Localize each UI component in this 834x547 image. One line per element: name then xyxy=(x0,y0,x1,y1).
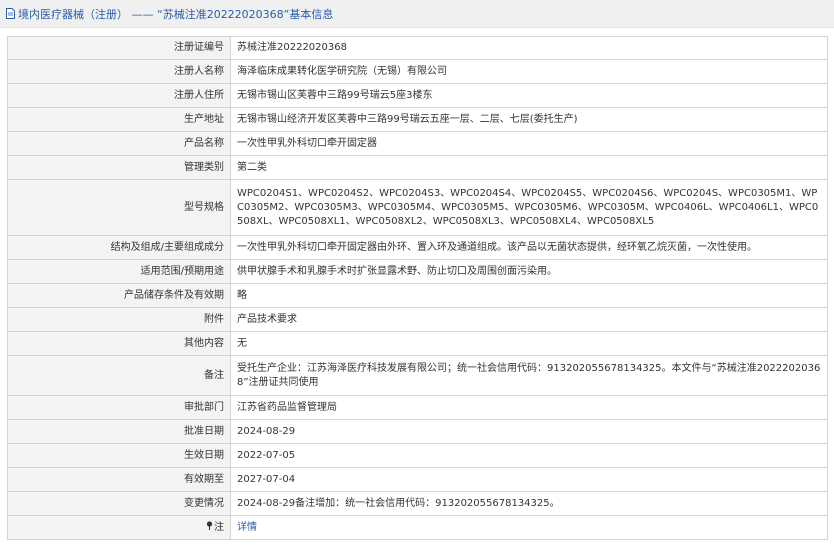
row-value: WPC0204S1、WPC0204S2、WPC0204S3、WPC0204S4、… xyxy=(230,179,828,236)
row-label: 结构及组成/主要组成成分 xyxy=(7,235,231,260)
note-label-cell: 注 xyxy=(7,515,231,540)
page-header: 境内医疗器械（注册） —— “苏械注准20222020368”基本信息 xyxy=(0,0,834,28)
row-value: 略 xyxy=(230,283,828,308)
table-row: 有效期至 2027-07-04 xyxy=(7,467,828,492)
info-table-container: 注册证编号 苏械注准20222020368 注册人名称 海泽临床成果转化医学研究院（… xyxy=(7,36,828,540)
row-label: 产品储存条件及有效期 xyxy=(7,283,231,308)
row-label: 注册人名称 xyxy=(7,59,231,84)
row-value: 一次性甲乳外科切口牵开固定器 xyxy=(230,131,828,156)
row-value: 海泽临床成果转化医学研究院（无锡）有限公司 xyxy=(230,59,828,84)
table-row: 结构及组成/主要组成成分 一次性甲乳外科切口牵开固定器由外环、置入环及通道组成。该… xyxy=(7,235,828,260)
info-table: 注册证编号 苏械注准20222020368 注册人名称 海泽临床成果转化医学研究院（… xyxy=(7,36,828,540)
row-label: 有效期至 xyxy=(7,467,231,492)
details-link[interactable]: 详情 xyxy=(237,522,257,533)
table-row: 备注 受托生产企业：江苏海泽医疗科技发展有限公司；统一社会信用代码：9132020… xyxy=(7,355,828,396)
table-row: 产品名称 一次性甲乳外科切口牵开固定器 xyxy=(7,131,828,156)
row-label: 生产地址 xyxy=(7,107,231,132)
row-label: 管理类别 xyxy=(7,155,231,180)
page-title: 境内医疗器械（注册） —— “苏械注准20222020368”基本信息 xyxy=(18,7,334,21)
table-row: 变更情况 2024-08-29备注增加：统一社会信用代码：913202055678… xyxy=(7,491,828,516)
table-row: 生效日期 2022-07-05 xyxy=(7,443,828,468)
row-label: 批准日期 xyxy=(7,419,231,444)
row-value: 2027-07-04 xyxy=(230,467,828,492)
row-value: 2022-07-05 xyxy=(230,443,828,468)
row-label: 适用范围/预期用途 xyxy=(7,259,231,284)
table-row: 注 详情 xyxy=(7,515,828,540)
table-row: 其他内容无 xyxy=(7,331,828,356)
row-label: 型号规格 xyxy=(7,179,231,236)
table-row: 附件 产品技术要求 xyxy=(7,307,828,332)
row-value: 第二类 xyxy=(230,155,828,180)
row-value: 受托生产企业：江苏海泽医疗科技发展有限公司；统一社会信用代码：913202055… xyxy=(230,355,828,396)
row-value: 无 xyxy=(230,331,828,356)
table-row: 生产地址 无锡市锡山经济开发区芙蓉中三路99号瑞云五座一层、二层、七层(委托生产) xyxy=(7,107,828,132)
row-value: 供甲状腺手术和乳腺手术时扩张显露术野、防止切口及周围创面污染用。 xyxy=(230,259,828,284)
row-label: 注册证编号 xyxy=(7,36,231,60)
table-row: 注册人名称 海泽临床成果转化医学研究院（无锡）有限公司 xyxy=(7,59,828,84)
row-value: 苏械注准20222020368 xyxy=(230,36,828,60)
row-label: 审批部门 xyxy=(7,395,231,420)
row-label: 其他内容 xyxy=(7,331,231,356)
table-row: 型号规格 WPC0204S1、WPC0204S2、WPC0204S3、WPC020… xyxy=(7,179,828,236)
row-label: 变更情况 xyxy=(7,491,231,516)
table-row: 管理类别 第二类 xyxy=(7,155,828,180)
table-row: 审批部门 江苏省药品监督管理局 xyxy=(7,395,828,420)
note-value-cell: 详情 xyxy=(230,515,828,540)
table-row: 注册人住所 无锡市锡山区芙蓉中三路99号瑞云5座3楼东 xyxy=(7,83,828,108)
row-label: 生效日期 xyxy=(7,443,231,468)
row-label: 附件 xyxy=(7,307,231,332)
row-label: 备注 xyxy=(7,355,231,396)
table-row: 批准日期 2024-08-29 xyxy=(7,419,828,444)
pin-icon xyxy=(206,520,213,535)
document-icon xyxy=(6,8,15,19)
table-row: 产品储存条件及有效期略 xyxy=(7,283,828,308)
row-value: 2024-08-29 xyxy=(230,419,828,444)
row-value: 2024-08-29备注增加：统一社会信用代码：9132020556781343… xyxy=(230,491,828,516)
row-value: 江苏省药品监督管理局 xyxy=(230,395,828,420)
table-row: 注册证编号 苏械注准20222020368 xyxy=(7,36,828,60)
row-label: 注册人住所 xyxy=(7,83,231,108)
row-value: 一次性甲乳外科切口牵开固定器由外环、置入环及通道组成。该产品以无菌状态提供，经环… xyxy=(230,235,828,260)
row-value: 无锡市锡山经济开发区芙蓉中三路99号瑞云五座一层、二层、七层(委托生产) xyxy=(230,107,828,132)
note-label: 注 xyxy=(214,521,224,533)
row-label: 产品名称 xyxy=(7,131,231,156)
table-row: 适用范围/预期用途 供甲状腺手术和乳腺手术时扩张显露术野、防止切口及周围创面污染用… xyxy=(7,259,828,284)
row-value: 产品技术要求 xyxy=(230,307,828,332)
row-value: 无锡市锡山区芙蓉中三路99号瑞云5座3楼东 xyxy=(230,83,828,108)
